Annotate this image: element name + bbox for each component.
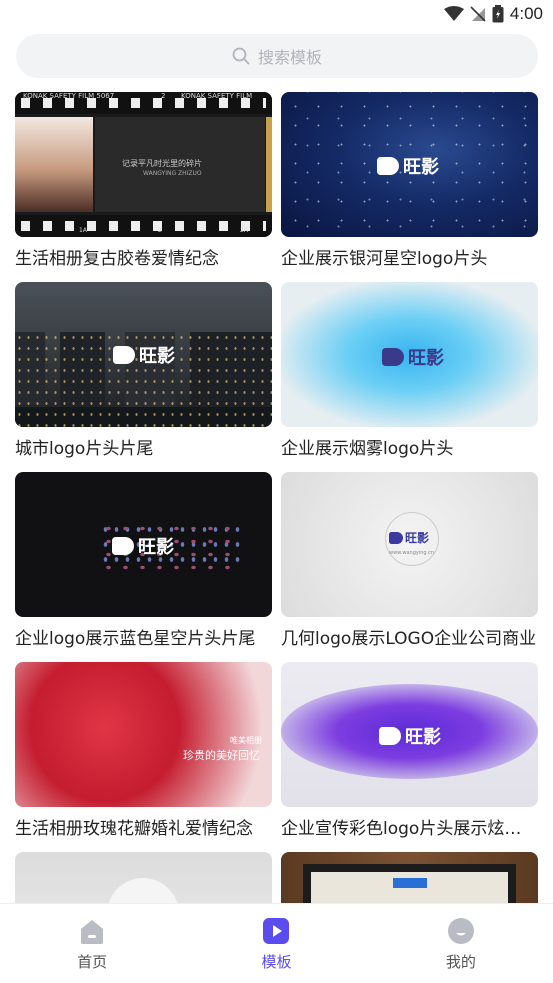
home-icon	[81, 920, 104, 944]
brand-logo-text: 旺影	[405, 531, 430, 545]
brand-logo-text: 旺影	[138, 537, 174, 558]
template-thumbnail[interactable]: 旺影	[281, 92, 538, 237]
search-icon	[232, 47, 250, 65]
no-signal-icon	[470, 6, 486, 22]
photo-edge	[266, 117, 272, 212]
template-card[interactable]: 旺影 企业展示银河星空logo片头	[281, 92, 538, 269]
film-holes	[21, 221, 266, 231]
template-card[interactable]: 旺影 企业logo展示蓝色星空片头片尾	[15, 472, 272, 649]
film-label: KONAK SAFETY FILM 5067	[23, 92, 115, 100]
template-card[interactable]: 旺影 城市logo片头片尾	[15, 282, 272, 459]
thumb-badge	[393, 878, 427, 888]
brand-logo-icon	[382, 348, 404, 366]
overlay-text: 唯美相册	[230, 736, 262, 745]
template-card[interactable]: 旺影 www.wangying.cn 几何logo展示LOGO企业公司商业	[281, 472, 538, 649]
template-thumbnail[interactable]: 唯美相册 珍贵的美好回忆	[15, 662, 272, 807]
brand-logo-icon	[113, 346, 135, 364]
template-thumbnail[interactable]: KONAK SAFETY FILM 5067 2 KONAK SAFETY FI…	[15, 92, 272, 237]
template-title[interactable]: 企业展示银河星空logo片头	[281, 247, 538, 271]
play-icon	[263, 918, 290, 944]
battery-icon	[492, 5, 504, 23]
nav-templates[interactable]: 模板	[184, 904, 368, 983]
brand-logo: 旺影	[112, 533, 174, 559]
template-title[interactable]: 企业展示烟雾logo片头	[281, 437, 538, 461]
wifi-icon	[443, 6, 464, 21]
overlay-text: 珍贵的美好回忆	[183, 749, 260, 762]
template-title[interactable]: 几何logo展示LOGO企业公司商业	[281, 627, 538, 651]
nav-profile-label: 我的	[445, 953, 476, 971]
brand-logo-text: 旺影	[405, 727, 441, 748]
brand-logo-text: 旺影	[403, 157, 439, 178]
brand-logo-icon	[377, 157, 399, 175]
status-time: 4:00	[509, 4, 543, 23]
template-title[interactable]: 生活相册玫瑰花瓣婚礼爱情纪念	[15, 817, 272, 841]
nav-templates-label: 模板	[261, 953, 292, 971]
template-thumbnail[interactable]: 旺影	[15, 282, 272, 427]
template-thumbnail[interactable]: 旺影	[15, 472, 272, 617]
film-frame-number: 1A	[79, 227, 87, 234]
template-thumbnail[interactable]: 旺影	[281, 282, 538, 427]
profile-icon	[447, 918, 474, 944]
brand-logo: 旺影	[382, 344, 444, 370]
brand-logo-icon	[379, 727, 401, 745]
film-number: 2	[161, 92, 166, 100]
template-card[interactable]: 旺影 企业宣传彩色logo片头展示炫酷特效	[281, 662, 538, 839]
nav-home-label: 首页	[77, 953, 108, 971]
template-title[interactable]: 企业宣传彩色logo片头展示炫酷特效	[281, 817, 538, 841]
nav-home[interactable]: 首页	[0, 904, 184, 983]
nav-profile[interactable]: 我的	[369, 904, 553, 983]
photo	[15, 117, 93, 212]
overlay-text: 记录平凡时光里的碎片	[122, 159, 202, 168]
status-bar: 4:00	[0, 0, 553, 32]
template-card[interactable]: 旺影 企业展示烟雾logo片头	[281, 282, 538, 459]
status-icons: 4:00	[443, 4, 543, 24]
template-title[interactable]: 企业logo展示蓝色星空片头片尾	[15, 627, 272, 651]
bottom-navigation: 首页 模板 我的	[0, 903, 553, 983]
film-frame-number: 2A	[240, 227, 248, 234]
brand-logo-icon	[112, 537, 134, 555]
template-thumbnail[interactable]: 旺影 www.wangying.cn	[281, 472, 538, 617]
search-input[interactable]: 搜索模板	[16, 34, 538, 78]
brand-logo: 旺影	[389, 529, 429, 546]
overlay-subtext: WANGYING ZHIZUO	[143, 170, 202, 177]
template-thumbnail[interactable]: 旺影	[281, 662, 538, 807]
brand-logo: 旺影	[113, 342, 175, 368]
template-card[interactable]: KONAK SAFETY FILM 5067 2 KONAK SAFETY FI…	[15, 92, 272, 269]
logo-subtext: www.wangying.cn	[389, 550, 435, 556]
film-frame-number: 2	[158, 227, 162, 234]
brand-logo: 旺影	[379, 723, 441, 749]
brand-logo-icon	[389, 531, 403, 544]
search-placeholder: 搜索模板	[257, 48, 322, 67]
template-card[interactable]: 唯美相册 珍贵的美好回忆 生活相册玫瑰花瓣婚礼爱情纪念	[15, 662, 272, 839]
brand-logo: 旺影	[377, 153, 439, 179]
template-title[interactable]: 生活相册复古胶卷爱情纪念	[15, 247, 272, 271]
brand-logo-text: 旺影	[139, 346, 175, 367]
template-title[interactable]: 城市logo片头片尾	[15, 437, 272, 461]
brand-logo-text: 旺影	[408, 348, 444, 369]
film-label: KONAK SAFETY FILM	[181, 92, 253, 100]
